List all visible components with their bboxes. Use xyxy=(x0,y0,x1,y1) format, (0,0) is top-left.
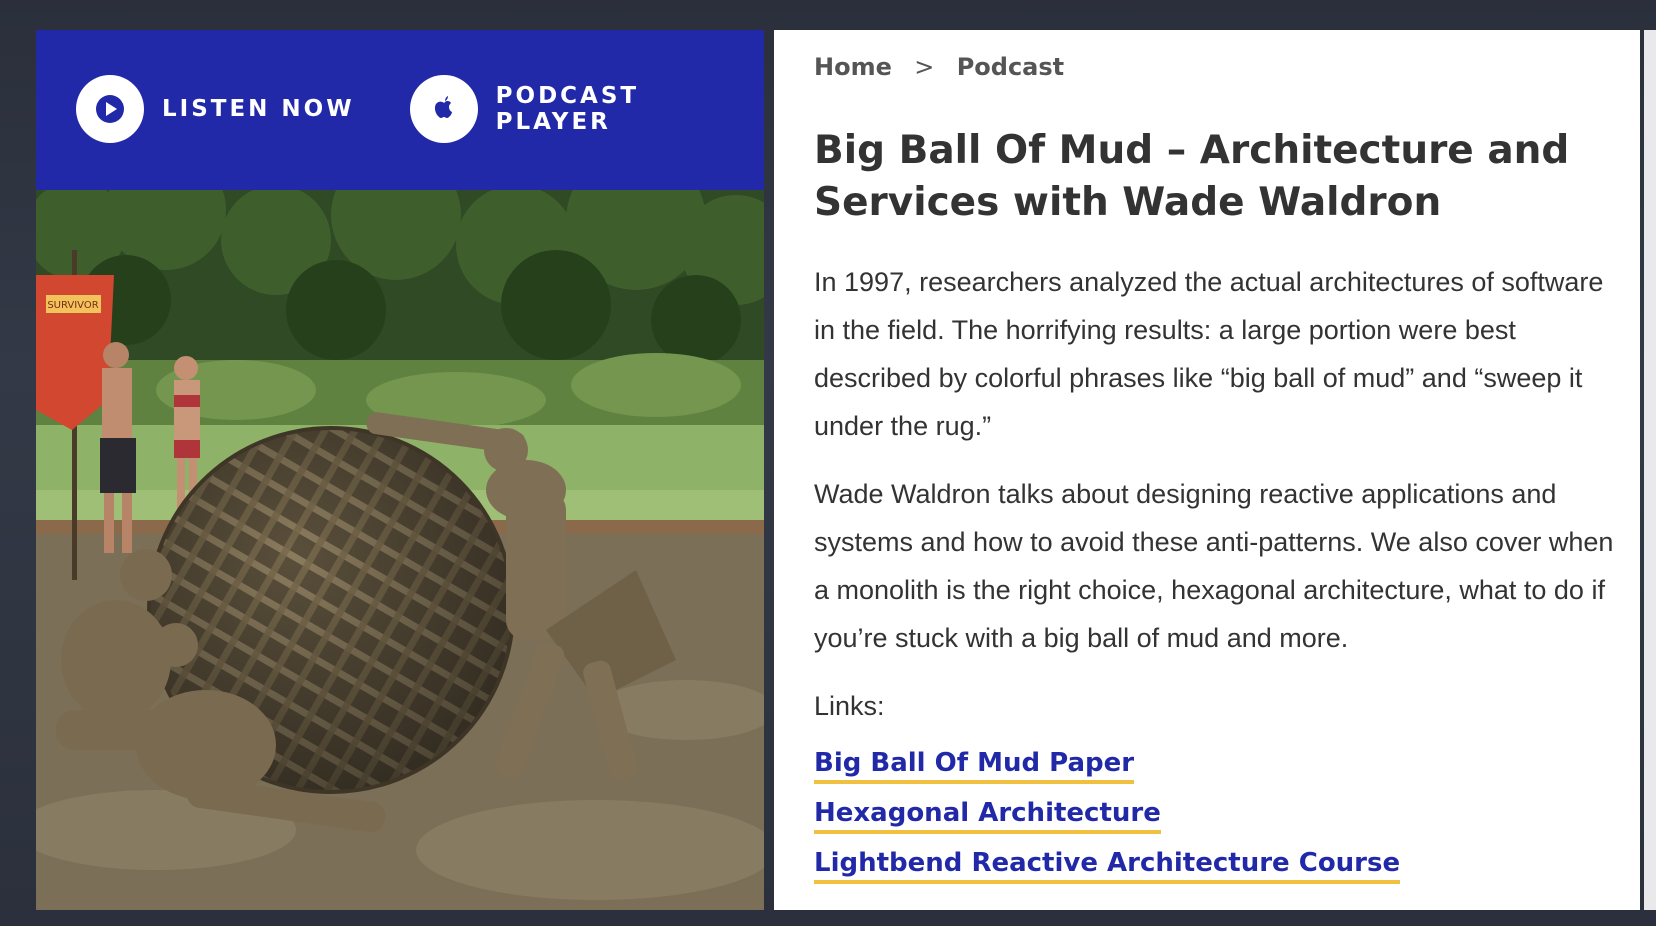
description-paragraph-2: Wade Waldron talks about designing react… xyxy=(814,479,1614,653)
link-big-ball-of-mud-paper[interactable]: Big Ball Of Mud Paper xyxy=(814,748,1135,784)
links-list: Big Ball Of Mud Paper Hexagonal Architec… xyxy=(814,748,1401,898)
episode-photo: SURVIVOR xyxy=(36,190,764,910)
podcast-player-label: PODCAST PLAYER xyxy=(495,83,640,135)
listen-now-label: LISTEN NOW xyxy=(162,96,355,122)
player-bar: LISTEN NOW PODCAST PLAYER xyxy=(36,30,764,190)
listen-now-button[interactable]: LISTEN NOW xyxy=(76,75,355,143)
flag-text: SURVIVOR xyxy=(47,300,98,311)
breadcrumb-home-link[interactable]: Home xyxy=(814,53,892,81)
episode-media-panel: LISTEN NOW PODCAST PLAYER SURVIVOR xyxy=(36,30,764,910)
episode-content-card: Home > Podcast Big Ball Of Mud – Archite… xyxy=(774,30,1640,910)
links-heading: Links: xyxy=(814,691,885,721)
link-hexagonal-architecture[interactable]: Hexagonal Architecture xyxy=(814,798,1161,834)
breadcrumb-current[interactable]: Podcast xyxy=(957,53,1064,81)
link-lightbend-course[interactable]: Lightbend Reactive Architecture Course xyxy=(814,848,1401,884)
breadcrumb: Home > Podcast xyxy=(814,52,1064,81)
play-icon xyxy=(76,75,144,143)
description-paragraph-1: In 1997, researchers analyzed the actual… xyxy=(814,267,1604,441)
podcast-player-button[interactable]: PODCAST PLAYER xyxy=(410,75,764,143)
breadcrumb-separator: > xyxy=(914,53,935,81)
apple-icon xyxy=(410,75,478,143)
scrollbar[interactable] xyxy=(1644,30,1656,910)
page-title: Big Ball Of Mud – Architecture and Servi… xyxy=(814,128,1570,225)
